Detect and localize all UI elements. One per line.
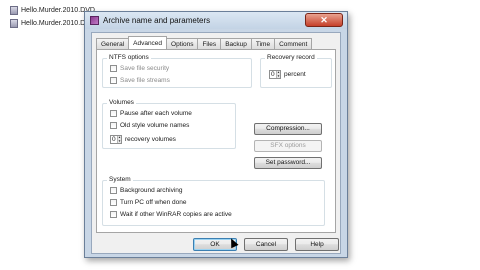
turn-pc-off-label: Turn PC off when done xyxy=(120,199,187,206)
system-title: System xyxy=(107,176,133,183)
tab-files[interactable]: Files xyxy=(197,38,222,49)
tab-time[interactable]: Time xyxy=(250,38,276,49)
archive-dialog: Archive name and parameters ✕ General Ad… xyxy=(84,11,348,258)
volumes-title: Volumes xyxy=(107,99,136,106)
background-archiving-checkbox[interactable] xyxy=(110,187,117,194)
ntfs-options-title: NTFS options xyxy=(107,54,151,61)
close-button[interactable]: ✕ xyxy=(305,13,343,27)
recovery-volumes-row: 0 ▲ ▼ recovery volumes xyxy=(110,135,176,144)
tab-comment[interactable]: Comment xyxy=(274,38,313,49)
compression-button[interactable]: Compression... xyxy=(254,123,322,135)
background-archiving-label: Background archiving xyxy=(120,187,183,194)
ntfs-options-group: NTFS options Save file security Save fil… xyxy=(102,54,252,88)
pause-after-volume-option[interactable]: Pause after each volume xyxy=(110,110,192,117)
tab-general[interactable]: General xyxy=(96,38,130,49)
save-file-streams-option[interactable]: Save file streams xyxy=(110,77,170,84)
archive-file-icon xyxy=(10,19,18,28)
pause-after-volume-label: Pause after each volume xyxy=(120,110,192,117)
system-group: System Background archiving Turn PC off … xyxy=(102,176,325,226)
tab-strip: General Advanced Options Files Backup Ti… xyxy=(96,36,313,49)
wait-other-copies-label: Wait if other WinRAR copies are active xyxy=(120,211,232,218)
archive-file-icon xyxy=(10,6,18,15)
pause-after-volume-checkbox[interactable] xyxy=(110,110,117,117)
turn-pc-off-option[interactable]: Turn PC off when done xyxy=(110,199,187,206)
save-file-streams-label: Save file streams xyxy=(120,77,170,84)
spinner-arrows-icon[interactable]: ▲ ▼ xyxy=(117,135,121,143)
cancel-button[interactable]: Cancel xyxy=(244,238,288,251)
recovery-record-row: 0 ▲ ▼ percent xyxy=(269,70,306,79)
recovery-record-title: Recovery record xyxy=(265,54,317,61)
background-archiving-option[interactable]: Background archiving xyxy=(110,187,183,194)
dialog-title: Archive name and parameters xyxy=(103,16,211,25)
advanced-panel: NTFS options Save file security Save fil… xyxy=(96,49,336,233)
save-file-security-label: Save file security xyxy=(120,65,170,72)
recovery-volumes-label: recovery volumes xyxy=(125,136,176,143)
winrar-icon xyxy=(90,16,99,25)
close-icon: ✕ xyxy=(320,15,328,25)
dialog-client: General Advanced Options Files Backup Ti… xyxy=(91,32,341,254)
save-file-security-option[interactable]: Save file security xyxy=(110,65,169,72)
tab-advanced[interactable]: Advanced xyxy=(128,36,168,49)
old-style-names-label: Old style volume names xyxy=(120,122,190,129)
turn-pc-off-checkbox[interactable] xyxy=(110,199,117,206)
recovery-record-group: Recovery record 0 ▲ ▼ percent xyxy=(260,54,332,88)
set-password-button[interactable]: Set password... xyxy=(254,157,322,169)
help-button[interactable]: Help xyxy=(295,238,339,251)
recovery-volumes-value: 0 xyxy=(112,136,116,143)
tab-options[interactable]: Options xyxy=(166,38,199,49)
sfx-options-button[interactable]: SFX options xyxy=(254,140,322,152)
recovery-percent-unit: percent xyxy=(284,71,306,78)
file-item[interactable]: Hello.Murder.2010.DVD xyxy=(10,18,95,29)
save-file-streams-checkbox[interactable] xyxy=(110,77,117,84)
title-bar[interactable]: Archive name and parameters ✕ xyxy=(85,12,347,29)
spinner-arrows-icon[interactable]: ▲ ▼ xyxy=(276,70,280,78)
old-style-names-option[interactable]: Old style volume names xyxy=(110,122,189,129)
recovery-volumes-spinner[interactable]: 0 ▲ ▼ xyxy=(110,135,122,144)
recovery-percent-spinner[interactable]: 0 ▲ ▼ xyxy=(269,70,281,79)
volumes-group: Volumes Pause after each volume Old styl… xyxy=(102,99,236,149)
tab-backup[interactable]: Backup xyxy=(220,38,252,49)
file-item[interactable]: Hello.Murder.2010.DVD xyxy=(10,5,95,16)
save-file-security-checkbox[interactable] xyxy=(110,65,117,72)
old-style-names-checkbox[interactable] xyxy=(110,122,117,129)
wait-other-copies-checkbox[interactable] xyxy=(110,211,117,218)
wait-other-copies-option[interactable]: Wait if other WinRAR copies are active xyxy=(110,211,232,218)
recovery-percent-value: 0 xyxy=(271,71,275,78)
